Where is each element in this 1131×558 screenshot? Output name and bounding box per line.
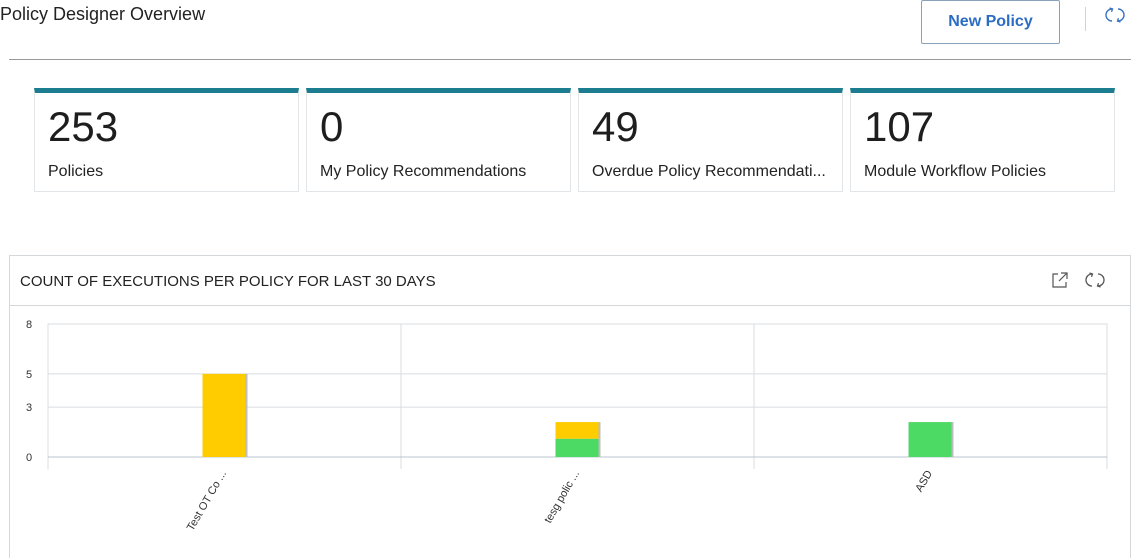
kpi-card-policies[interactable]: 253 Policies <box>34 88 299 192</box>
kpi-label: Policies <box>48 163 104 180</box>
bar-chart: 0 3 5 8 Test OT Co ... tesg polic ... ASD <box>26 319 1108 534</box>
bar-segment <box>555 438 600 457</box>
x-tick-label: tesg polic ... <box>542 469 582 526</box>
kpi-card-my-policy-recommendations[interactable]: 0 My Policy Recommendations <box>306 88 571 192</box>
kpi-card-module-workflow-policies[interactable]: 107 Module Workflow Policies <box>850 88 1115 192</box>
chart-header: COUNT OF EXECUTIONS PER POLICY FOR LAST … <box>10 256 1130 306</box>
y-tick-label: 3 <box>26 402 32 414</box>
y-tick-label: 8 <box>26 319 32 331</box>
bar-segment <box>555 422 600 439</box>
bar-segment <box>908 422 953 457</box>
kpi-label: Module Workflow Policies <box>864 163 1046 180</box>
chart-panel: COUNT OF EXECUTIONS PER POLICY FOR LAST … <box>9 255 1131 558</box>
new-policy-button[interactable]: New Policy <box>921 0 1060 44</box>
external-link-icon[interactable] <box>1050 270 1070 290</box>
kpi-label: My Policy Recommendations <box>320 163 527 180</box>
y-tick-label: 0 <box>26 452 32 464</box>
kpi-value: 0 <box>320 103 344 150</box>
x-tick-label: Test OT Co ... <box>185 469 229 534</box>
y-tick-label: 5 <box>26 369 32 381</box>
x-tick-label: ASD <box>913 468 935 494</box>
page-title: Policy Designer Overview <box>0 4 206 24</box>
kpi-label: Overdue Policy Recommendati... <box>592 163 826 180</box>
header-divider-line <box>9 59 1131 60</box>
kpi-value: 107 <box>864 103 935 150</box>
header-divider <box>1085 7 1086 31</box>
kpi-value: 253 <box>48 103 119 150</box>
bar-segment <box>202 373 247 457</box>
kpi-card-overdue-policy-recommendations[interactable]: 49 Overdue Policy Recommendati... <box>578 88 843 192</box>
chart-refresh-icon[interactable] <box>1085 270 1105 290</box>
refresh-icon[interactable] <box>1104 4 1126 26</box>
chart-title: COUNT OF EXECUTIONS PER POLICY FOR LAST … <box>20 273 436 290</box>
kpi-value: 49 <box>592 103 639 150</box>
